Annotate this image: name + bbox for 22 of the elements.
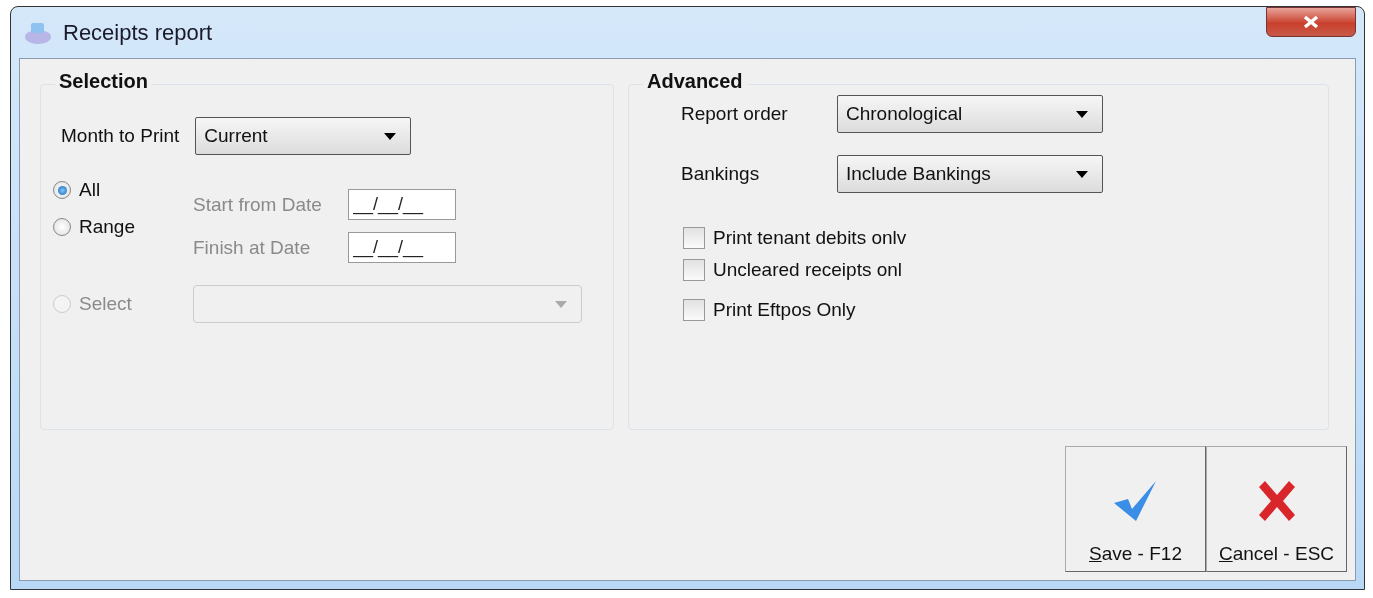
window-title: Receipts report bbox=[63, 19, 213, 46]
dropdown[interactable]: Chronological bbox=[837, 95, 1103, 133]
caret-icon bbox=[1076, 110, 1088, 118]
dropdown[interactable]: Include Bankings bbox=[837, 155, 1103, 193]
caret-icon bbox=[555, 300, 567, 308]
radio-option[interactable]: Range bbox=[53, 216, 193, 238]
radio-option[interactable]: All bbox=[53, 179, 193, 201]
checkbox-option[interactable]: Uncleared receipts onl bbox=[683, 259, 1312, 281]
dropdown-label: Bankings bbox=[680, 163, 761, 185]
caret-icon bbox=[1076, 170, 1088, 178]
checkbox-option[interactable]: Print tenant debits onlv bbox=[683, 227, 1312, 249]
date-label: Finish at Date bbox=[193, 236, 312, 259]
cancel-button[interactable]: Cancel - ESC bbox=[1206, 446, 1347, 572]
month-label: Month to Print bbox=[61, 125, 180, 147]
close-button[interactable] bbox=[1266, 6, 1356, 37]
caret-icon bbox=[384, 132, 397, 140]
close-icon bbox=[1302, 14, 1320, 29]
dropdown-label: Report order bbox=[680, 103, 789, 125]
date-label: Start from Date bbox=[193, 193, 323, 216]
checkbox-option[interactable]: Print Eftpos Only bbox=[683, 299, 1312, 321]
month-dropdown[interactable]: Current bbox=[195, 117, 412, 155]
save-button[interactable]: Save - F12 bbox=[1065, 446, 1206, 572]
